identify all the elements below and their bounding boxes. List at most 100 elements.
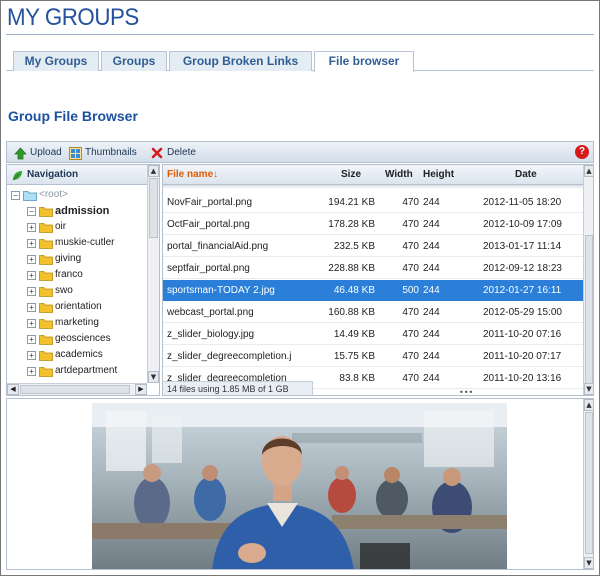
tree-folder-muskie-cutler[interactable]: + muskie-cutler xyxy=(27,235,114,251)
expand-icon[interactable]: + xyxy=(27,366,36,376)
folder-label: franco xyxy=(55,269,83,280)
tree-root[interactable]: − <root> xyxy=(11,187,68,203)
collapse-icon[interactable]: − xyxy=(11,190,20,200)
file-row[interactable]: webcast_portal.png 160.88 KB 470 244 201… xyxy=(163,302,583,323)
tree-folder-artdepartment[interactable]: + artdepartment xyxy=(27,363,117,379)
folder-icon xyxy=(39,206,53,217)
file-list-vertical-scrollbar[interactable]: ▲ ▼ xyxy=(583,165,593,395)
scroll-down-icon[interactable]: ▼ xyxy=(584,557,593,569)
file-list-header: File name↓ Size Width Height Date xyxy=(163,165,583,185)
file-row[interactable]: NovFair_portal.png 194.21 KB 470 244 201… xyxy=(163,192,583,213)
scrollbar-thumb[interactable] xyxy=(149,178,158,238)
tab-my-groups[interactable]: My Groups xyxy=(13,51,99,71)
scroll-up-icon[interactable]: ▲ xyxy=(584,165,593,177)
file-row-selected[interactable]: sportsman-TODAY 2.jpg 46.48 KB 500 244 2… xyxy=(163,280,583,301)
folder-label: academics xyxy=(55,349,103,360)
file-row[interactable]: z_slider_degreecompletion.j 15.75 KB 470… xyxy=(163,346,583,367)
navigation-vertical-scrollbar[interactable]: ▲ ▼ xyxy=(147,165,159,383)
expand-icon[interactable]: + xyxy=(27,302,36,312)
file-date: 2012-10-09 17:09 xyxy=(483,219,562,230)
tree-root-label: <root> xyxy=(39,189,68,200)
file-width: 470 xyxy=(402,197,419,208)
tree-folder-geosciences[interactable]: + geosciences xyxy=(27,331,111,347)
folder-label: orientation xyxy=(55,301,102,312)
tree-folder-orientation[interactable]: + orientation xyxy=(27,299,102,315)
collapse-icon[interactable]: − xyxy=(27,206,36,216)
column-height[interactable]: Height xyxy=(423,165,454,185)
leaf-icon xyxy=(12,169,23,189)
file-height: 244 xyxy=(423,285,440,296)
scrollbar-thumb[interactable] xyxy=(585,412,593,554)
file-date: 2011-10-20 13:16 xyxy=(483,373,562,384)
folder-label: oir xyxy=(55,221,67,232)
column-width[interactable]: Width xyxy=(385,165,413,185)
file-row[interactable]: z_slider_biology.jpg 14.49 KB 470 244 20… xyxy=(163,324,583,345)
tree-folder-marketing[interactable]: + marketing xyxy=(27,315,99,331)
tree-folder-franco[interactable]: + franco xyxy=(27,267,83,283)
file-date: 2012-09-12 18:23 xyxy=(483,263,562,274)
file-name: sportsman-TODAY 2.jpg xyxy=(167,285,275,296)
column-date[interactable]: Date xyxy=(515,165,537,185)
column-size[interactable]: Size xyxy=(341,165,361,185)
storage-status: 14 files using 1.85 MB of 1 GB xyxy=(163,381,313,395)
scroll-down-icon[interactable]: ▼ xyxy=(148,371,159,383)
thumbnails-button[interactable]: Thumbnails xyxy=(68,145,137,161)
expand-icon[interactable]: + xyxy=(27,350,36,360)
expand-icon[interactable]: + xyxy=(27,286,36,296)
scrollbar-thumb[interactable] xyxy=(585,235,593,385)
toolbar: Upload Thumbnails Delete ? xyxy=(6,141,594,163)
tab-groups[interactable]: Groups xyxy=(101,51,167,71)
file-height: 244 xyxy=(423,263,440,274)
file-date: 2012-11-05 18:20 xyxy=(483,197,562,208)
tree-folder-academics[interactable]: + academics xyxy=(27,347,103,363)
scroll-left-icon[interactable]: ◀ xyxy=(7,384,19,395)
tree-folder-swo[interactable]: + swo xyxy=(27,283,73,299)
scroll-up-icon[interactable]: ▲ xyxy=(148,165,159,177)
scroll-right-icon[interactable]: ▶ xyxy=(135,384,147,395)
file-row[interactable]: portal_financialAid.png 232.5 KB 470 244… xyxy=(163,236,583,257)
folder-icon xyxy=(39,318,53,329)
file-size: 228.88 KB xyxy=(328,263,375,274)
expand-icon[interactable]: + xyxy=(27,222,36,232)
expand-icon[interactable]: + xyxy=(27,270,36,280)
file-row[interactable]: septfair_portal.png 228.88 KB 470 244 20… xyxy=(163,258,583,279)
file-size: 46.48 KB xyxy=(333,285,375,296)
file-height: 244 xyxy=(423,241,440,252)
scrollbar-thumb[interactable] xyxy=(20,385,130,394)
file-name: septfair_portal.png xyxy=(167,263,250,274)
file-height: 244 xyxy=(423,351,440,362)
upload-label: Upload xyxy=(30,147,62,158)
file-height: 244 xyxy=(423,307,440,318)
file-date: 2012-05-29 15:00 xyxy=(483,307,562,318)
help-icon[interactable]: ? xyxy=(575,145,589,159)
file-size: 83.8 KB xyxy=(339,373,375,384)
file-width: 470 xyxy=(402,241,419,252)
expand-icon[interactable]: + xyxy=(27,318,36,328)
scroll-down-icon[interactable]: ▼ xyxy=(584,383,593,395)
file-name: z_slider_degreecompletion.j xyxy=(167,351,292,362)
expand-icon[interactable]: + xyxy=(27,254,36,264)
file-row[interactable]: OctFair_portal.png 178.28 KB 470 244 201… xyxy=(163,214,583,235)
navigation-title: Navigation xyxy=(27,169,79,180)
file-date: 2013-01-17 11:14 xyxy=(483,241,562,252)
column-file-name[interactable]: File name↓ xyxy=(167,165,218,185)
page-title: MY GROUPS xyxy=(7,4,139,31)
folder-label: muskie-cutler xyxy=(55,237,115,248)
tree-folder-oir[interactable]: + oir xyxy=(27,219,66,235)
title-divider xyxy=(6,34,594,35)
preview-vertical-scrollbar[interactable]: ▲ ▼ xyxy=(583,399,593,569)
navigation-horizontal-scrollbar[interactable]: ◀ ▶ xyxy=(7,383,147,395)
tree-folder-admission[interactable]: − admission xyxy=(27,203,109,219)
tab-file-browser[interactable]: File browser xyxy=(314,51,414,72)
file-size: 14.49 KB xyxy=(333,329,375,340)
panel-resize-handle[interactable]: ••• xyxy=(459,388,473,395)
expand-icon[interactable]: + xyxy=(27,334,36,344)
expand-icon[interactable]: + xyxy=(27,238,36,248)
tab-group-broken-links[interactable]: Group Broken Links xyxy=(169,51,312,71)
file-width: 470 xyxy=(402,219,419,230)
upload-button[interactable]: Upload xyxy=(13,145,62,161)
delete-icon xyxy=(150,146,164,160)
scroll-up-icon[interactable]: ▲ xyxy=(584,399,593,411)
delete-button[interactable]: Delete xyxy=(150,145,196,161)
tree-folder-giving[interactable]: + giving xyxy=(27,251,81,267)
